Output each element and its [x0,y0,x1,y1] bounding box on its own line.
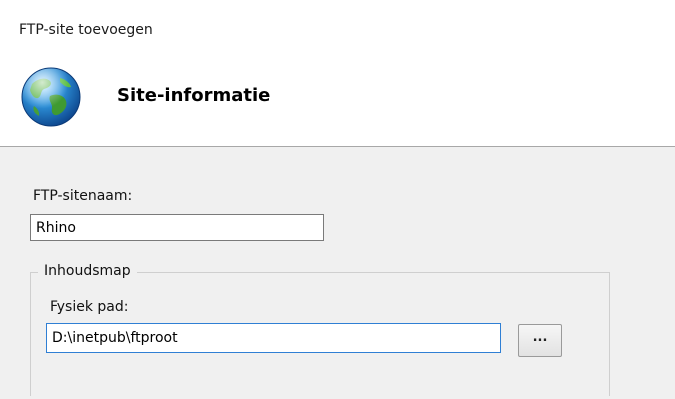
physical-path-label: Fysiek pad: [50,299,129,315]
site-name-label: FTP-sitenaam: [33,188,133,204]
page-heading: Site-informatie [117,85,271,106]
dialog-window: FTP-site toevoegen Site-informatie FTP-s… [0,0,675,399]
browse-button[interactable]: ... [518,324,562,357]
window-title: FTP-site toevoegen [19,22,153,38]
content-folder-group-title: Inhoudsmap [38,263,137,279]
physical-path-input[interactable] [46,323,501,353]
site-name-input[interactable] [30,214,324,241]
dialog-header: FTP-site toevoegen Site-informatie [0,0,675,147]
globe-icon [21,67,81,127]
